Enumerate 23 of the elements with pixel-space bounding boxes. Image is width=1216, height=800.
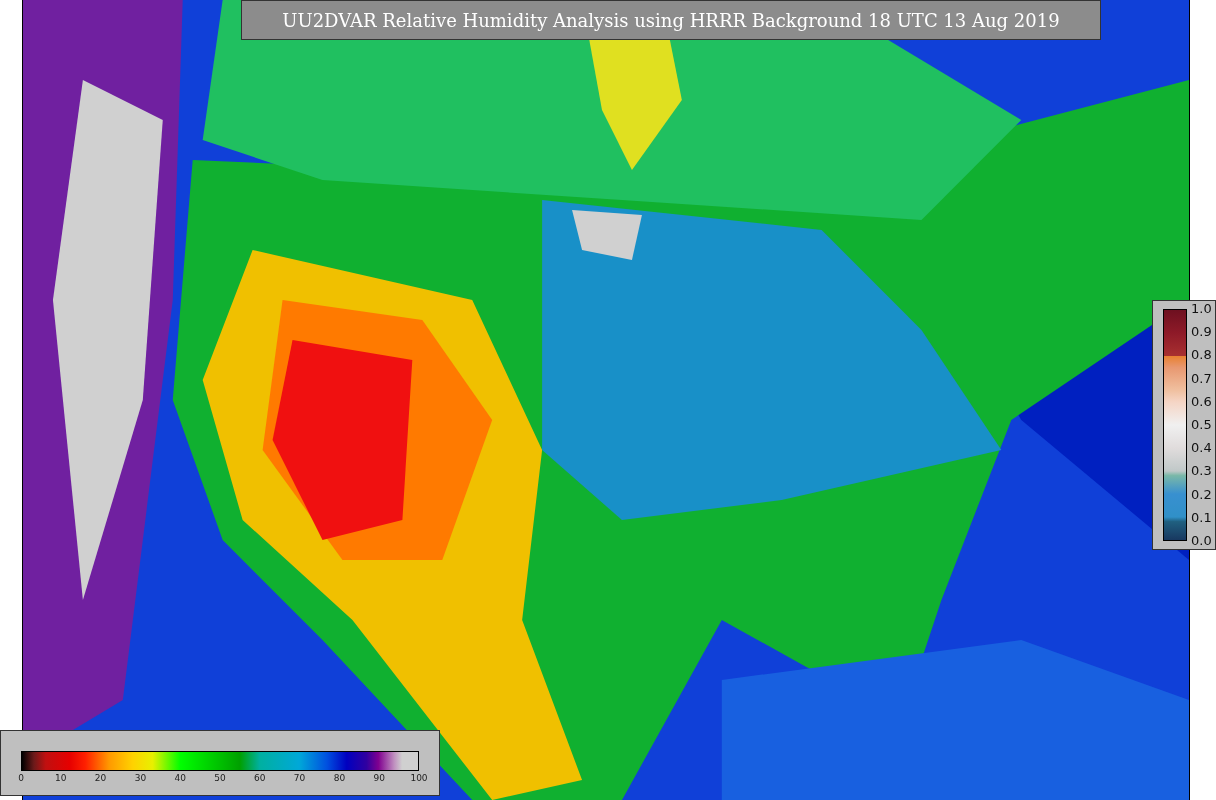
tick-label: 0.2 [1191, 487, 1212, 502]
tick-label: 0.4 [1191, 441, 1212, 456]
tick-label: 0.7 [1191, 371, 1212, 386]
tick-label: 0 [18, 773, 24, 783]
tick-label: 20 [94, 773, 107, 783]
tick-label: 0.0 [1191, 533, 1212, 548]
tick-label: 0.6 [1191, 394, 1212, 409]
tick-label: 0.5 [1191, 417, 1212, 432]
tick-label: 0.8 [1191, 348, 1212, 363]
tick-label: 40 [174, 773, 186, 783]
tick-label: 0.9 [1191, 325, 1212, 340]
tick-label: 60 [254, 773, 266, 783]
tick-label: 90 [373, 773, 385, 783]
tick-label: 0.1 [1191, 510, 1212, 525]
tick-label: 1.0 [1191, 302, 1212, 316]
tick-label: 0.3 [1191, 464, 1212, 479]
chart-title: UU2DVAR Relative Humidity Analysis using HRRR Background 18 UTC 13 Aug 2019 [241, 0, 1101, 40]
tick-label: 30 [134, 773, 147, 783]
tick-label: 10 [55, 773, 67, 783]
tick-label: 80 [333, 773, 346, 783]
tick-label: 70 [293, 773, 306, 783]
tick-label: 100 [410, 773, 428, 783]
tick-label: 50 [214, 773, 226, 783]
